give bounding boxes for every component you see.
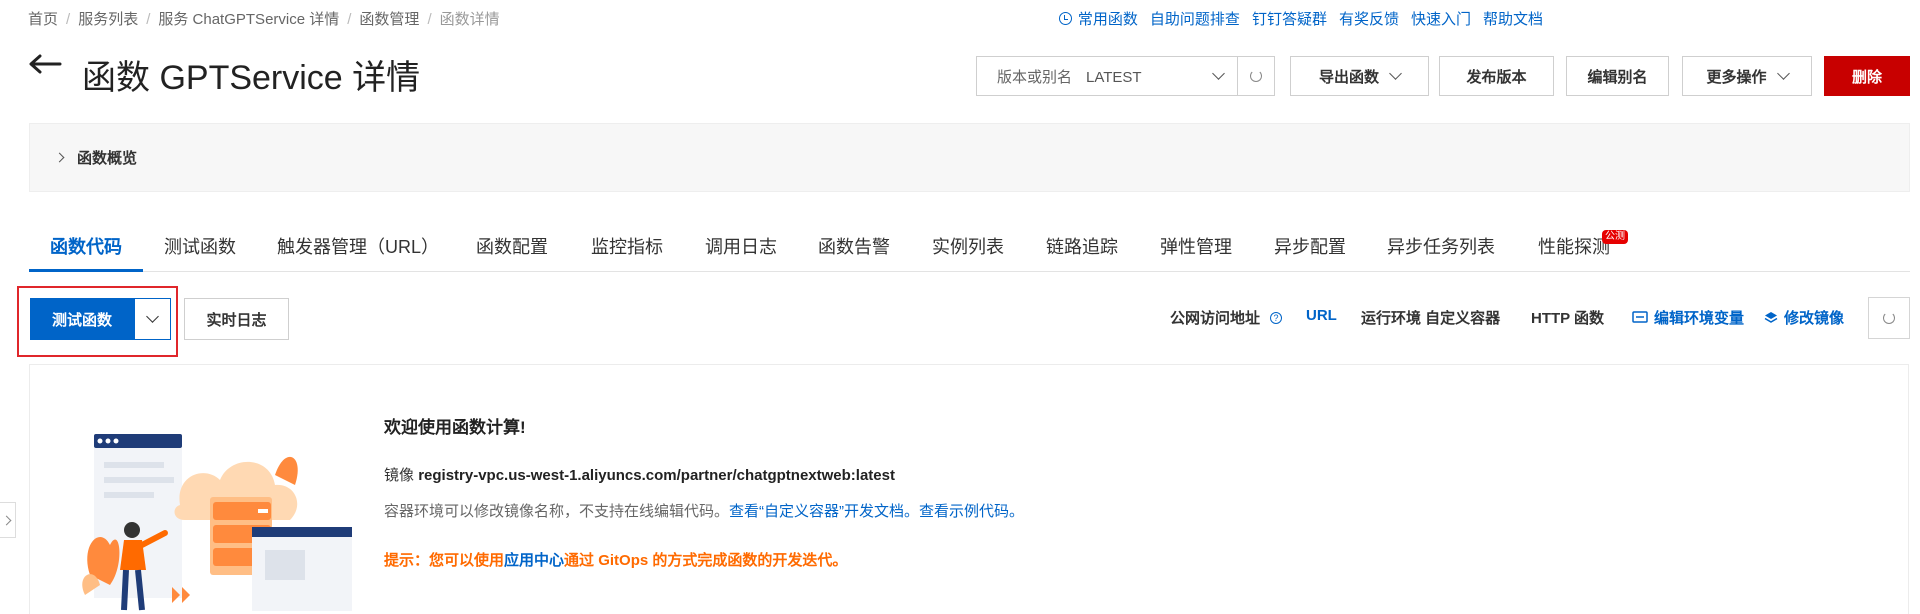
image-value: registry-vpc.us-west-1.aliyuncs.com/part…: [418, 467, 895, 484]
function-overview-toggle[interactable]: 函数概览: [29, 123, 1910, 192]
breadcrumb-current: 函数详情: [439, 11, 500, 28]
image-prefix: 镜像: [384, 467, 415, 484]
edit-env-button[interactable]: 编辑环境变量: [1632, 307, 1744, 328]
breadcrumb: 首页 / 服务列表 / 服务 ChatGPTService 详情 / 函数管理 / 函数详情: [28, 11, 500, 28]
container-description: 容器环境可以修改镜像名称，不支持在线编辑代码。查看“自定义容器”开发文档。查看示…: [384, 503, 1025, 520]
link-common-functions[interactable]: 常用函数: [1058, 8, 1138, 29]
tab-elastic[interactable]: 弹性管理: [1160, 233, 1232, 259]
link-dingtalk-group[interactable]: 钉钉答疑群: [1252, 8, 1327, 29]
app-center-link[interactable]: 应用中心: [504, 552, 564, 569]
tab-async-config[interactable]: 异步配置: [1274, 233, 1346, 259]
chevron-right-icon: [54, 152, 65, 163]
image-info: 镜像 registry-vpc.us-west-1.aliyuncs.com/p…: [384, 464, 895, 485]
tip-text: 提示：您可以使用应用中心通过 GitOps 的方式完成函数的开发迭代。: [384, 552, 848, 569]
runtime-label: 运行环境 自定义容器: [1361, 310, 1501, 327]
edit-image-button[interactable]: 修改镜像: [1764, 307, 1844, 328]
welcome-title: 欢迎使用函数计算!: [384, 418, 526, 437]
delete-button[interactable]: 删除: [1824, 56, 1910, 96]
link-quick-start[interactable]: 快速入门: [1411, 8, 1471, 29]
env-edit-icon: [1632, 310, 1648, 323]
custom-container-docs-link[interactable]: 查看“自定义容器”开发文档。: [729, 503, 919, 520]
page-title: 函数 GPTService 详情: [82, 59, 421, 97]
breadcrumb-function-manage[interactable]: 函数管理: [359, 11, 419, 28]
chevron-down-icon: [1389, 66, 1402, 80]
breadcrumb-service-list[interactable]: 服务列表: [78, 11, 138, 28]
function-overview-label: 函数概览: [77, 150, 138, 167]
back-arrow-icon[interactable]: [28, 54, 62, 74]
publish-version-button[interactable]: 发布版本: [1439, 56, 1554, 96]
tab-monitoring[interactable]: 监控指标: [591, 233, 663, 259]
refresh-button[interactable]: [1868, 297, 1910, 339]
chevron-right-icon: [1, 515, 11, 525]
tab-tracing[interactable]: 链路追踪: [1046, 233, 1118, 259]
http-function-label: HTTP 函数: [1531, 310, 1605, 327]
breadcrumb-home[interactable]: 首页: [28, 11, 58, 28]
layers-icon: [1764, 311, 1778, 323]
top-links: 常用函数 自助问题排查 钉钉答疑群 有奖反馈 快速入门 帮助文档: [1058, 8, 1543, 29]
refresh-icon: [1883, 312, 1895, 324]
welcome-illustration: [82, 434, 352, 611]
more-actions-button[interactable]: 更多操作: [1682, 56, 1812, 96]
url-link[interactable]: URL: [1306, 307, 1337, 324]
realtime-log-button[interactable]: 实时日志: [184, 298, 289, 340]
tab-performance-probe[interactable]: 性能探测: [1538, 233, 1610, 259]
export-function-button[interactable]: 导出函数: [1290, 56, 1429, 96]
chevron-down-icon: [1776, 66, 1790, 80]
link-help-docs[interactable]: 帮助文档: [1483, 8, 1543, 29]
test-function-button[interactable]: 测试函数: [30, 298, 134, 340]
chevron-down-icon: [1212, 66, 1225, 80]
tab-async-tasks[interactable]: 异步任务列表: [1387, 233, 1495, 259]
tab-function-code[interactable]: 函数代码: [50, 233, 122, 259]
version-select[interactable]: 版本或别名 LATEST: [976, 56, 1238, 96]
tab-test-function[interactable]: 测试函数: [164, 233, 236, 259]
active-tab-indicator: [29, 269, 143, 272]
tab-function-config[interactable]: 函数配置: [476, 233, 548, 259]
tab-invocation-logs[interactable]: 调用日志: [705, 233, 777, 259]
public-url-label: 公网访问地址?: [1170, 307, 1283, 328]
refresh-icon: [1250, 70, 1262, 82]
version-refresh-button[interactable]: [1237, 56, 1275, 96]
sidebar-expand-handle[interactable]: [0, 502, 16, 538]
clock-icon: [1058, 12, 1072, 25]
link-feedback[interactable]: 有奖反馈: [1339, 8, 1399, 29]
tab-triggers[interactable]: 触发器管理（URL）: [277, 233, 439, 259]
sample-code-link[interactable]: 查看示例代码。: [919, 503, 1024, 520]
edit-alias-button[interactable]: 编辑别名: [1566, 56, 1669, 96]
test-function-dropdown[interactable]: [134, 298, 171, 340]
help-icon[interactable]: ?: [1270, 311, 1283, 324]
link-self-troubleshoot[interactable]: 自助问题排查: [1150, 8, 1240, 29]
beta-badge: 公测: [1602, 230, 1628, 244]
tab-instances[interactable]: 实例列表: [932, 233, 1004, 259]
chevron-down-icon: [146, 310, 159, 323]
version-select-value: LATEST: [1086, 68, 1142, 86]
version-select-label: 版本或别名: [997, 68, 1073, 86]
tab-alerts[interactable]: 函数告警: [818, 233, 890, 259]
breadcrumb-service-detail[interactable]: 服务 ChatGPTService 详情: [158, 11, 339, 28]
